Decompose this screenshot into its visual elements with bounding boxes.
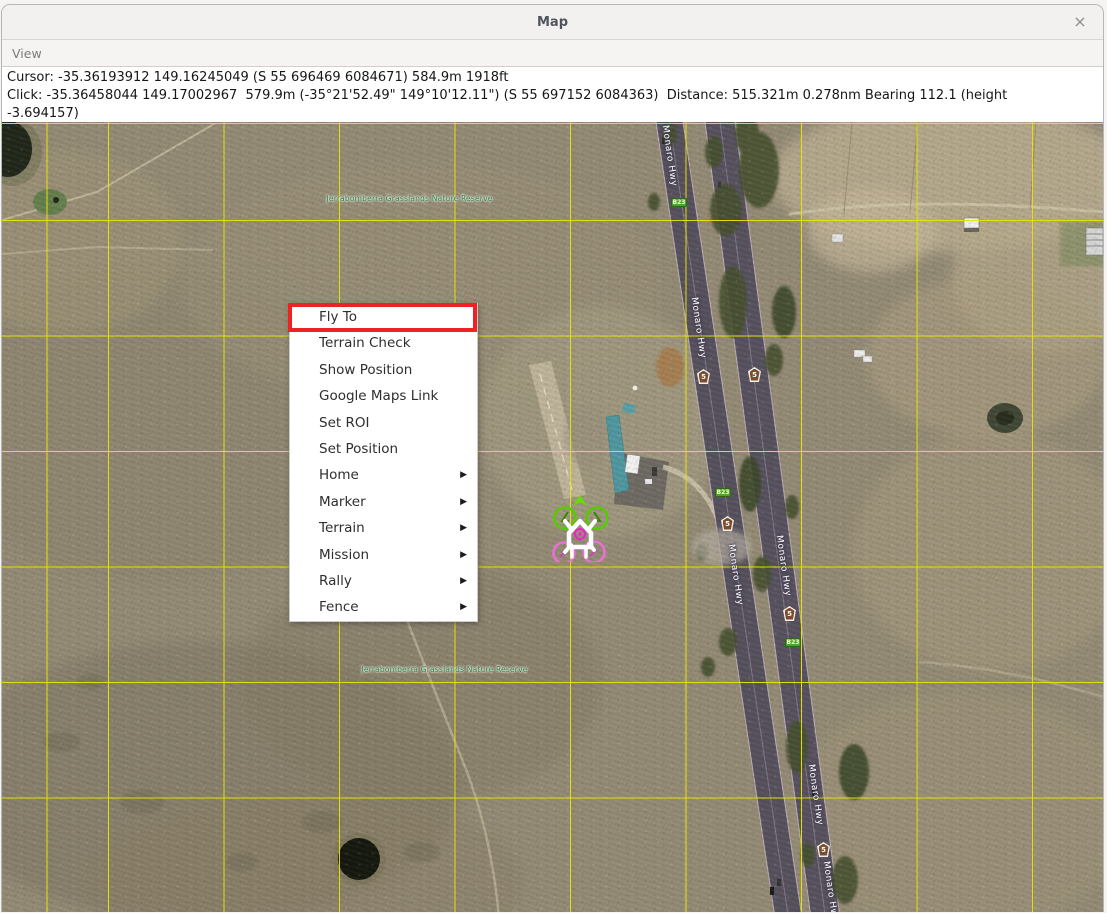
submenu-arrow-icon: ▶: [460, 568, 467, 594]
map-context-menu: Fly To Terrain Check Show Position Googl…: [289, 303, 478, 622]
menu-view[interactable]: View: [2, 40, 52, 66]
click-position-text-wrap: -3.694157): [7, 105, 1103, 123]
submenu-arrow-icon: ▶: [460, 489, 467, 515]
place-label: Jerrabomberra Grasslands Nature Reserve: [357, 665, 532, 674]
submenu-arrow-icon: ▶: [460, 462, 467, 488]
drone-icon: [552, 494, 608, 562]
title-bar: Map ×: [2, 5, 1103, 40]
menu-item-set-position[interactable]: Set Position: [290, 436, 477, 462]
menu-item-home[interactable]: Home▶: [290, 462, 477, 488]
menu-item-marker[interactable]: Marker▶: [290, 489, 477, 515]
window-title: Map: [537, 15, 568, 30]
route-shield-b23: B23: [671, 198, 687, 207]
menu-item-fly-to[interactable]: Fly To: [290, 304, 477, 330]
menu-item-show-position[interactable]: Show Position: [290, 357, 477, 383]
place-label: Jerrabomberra Grasslands Nature Reserve: [322, 194, 497, 203]
map-window: Map × View Cursor: -35.36193912 149.1624…: [1, 4, 1104, 912]
menu-item-fence[interactable]: Fence▶: [290, 594, 477, 620]
click-position-text: Click: -35.36458044 149.17002967 579.9m …: [7, 87, 1103, 105]
menu-item-google-maps-link[interactable]: Google Maps Link: [290, 383, 477, 409]
map-canvas[interactable]: Jerrabomberra Grasslands Nature Reserve …: [2, 122, 1103, 912]
status-bar: Cursor: -35.36193912 149.16245049 (S 55 …: [2, 67, 1103, 123]
route-shield-b23: B23: [715, 488, 731, 497]
submenu-arrow-icon: ▶: [460, 515, 467, 541]
menu-item-mission[interactable]: Mission▶: [290, 542, 477, 568]
menu-item-terrain[interactable]: Terrain▶: [290, 515, 477, 541]
submenu-arrow-icon: ▶: [460, 542, 467, 568]
menu-bar: View: [2, 40, 1103, 67]
cursor-position-text: Cursor: -35.36193912 149.16245049 (S 55 …: [7, 69, 1103, 87]
menu-item-terrain-check[interactable]: Terrain Check: [290, 330, 477, 356]
submenu-arrow-icon: ▶: [460, 594, 467, 620]
route-shield-b23: B23: [785, 638, 801, 647]
close-icon[interactable]: ×: [1069, 11, 1091, 33]
menu-item-rally[interactable]: Rally▶: [290, 568, 477, 594]
menu-item-set-roi[interactable]: Set ROI: [290, 410, 477, 436]
